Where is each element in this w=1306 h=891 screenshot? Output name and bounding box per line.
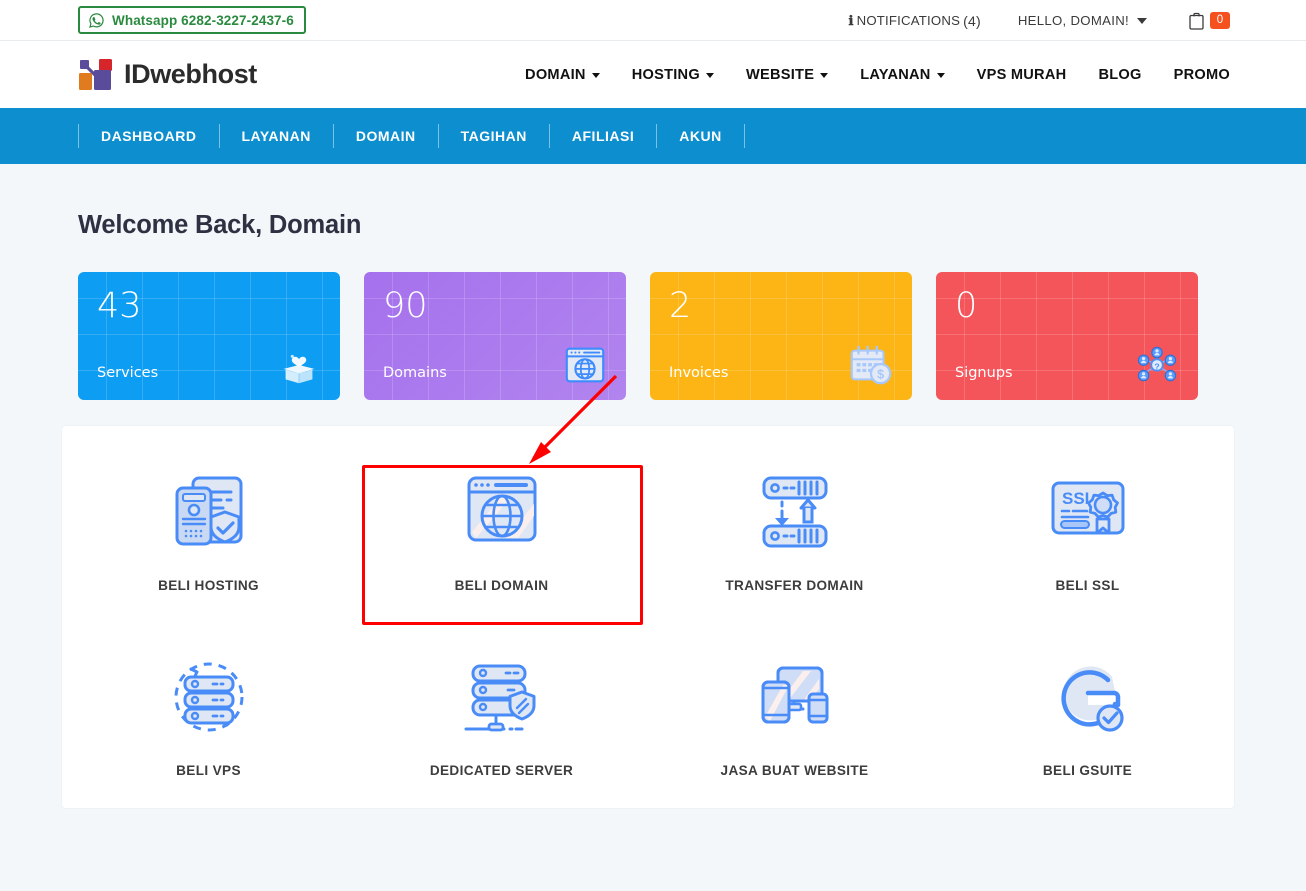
quick-action-label: BELI SSL: [1055, 578, 1120, 593]
quick-action-label: DEDICATED SERVER: [429, 763, 574, 778]
calendar-money-icon: $: [850, 345, 892, 385]
vps-server-refresh-icon: [174, 662, 243, 732]
cart-count-badge: 0: [1210, 12, 1230, 29]
browser-globe-icon: [565, 347, 605, 383]
nav-item-domain[interactable]: DOMAIN: [509, 67, 616, 83]
quick-action-beli-vps[interactable]: BELI VPS: [62, 651, 355, 778]
stat-value: 0: [955, 286, 978, 326]
top-utility-bar: Whatsapp 6282-3227-2437-6 ℹ NOTIFICATION…: [0, 0, 1306, 41]
nav-item-layanan[interactable]: LAYANAN: [844, 67, 960, 83]
nav-label: LAYANAN: [860, 66, 931, 83]
stat-label: Domains: [383, 365, 447, 381]
site-logo[interactable]: IDwebhost: [78, 58, 257, 92]
stat-card-group: 43 Services 90 Domains 2 Invoices $ 0 Si…: [78, 272, 1229, 400]
stat-value: 2: [669, 286, 692, 326]
stat-value: 90: [383, 286, 428, 326]
server-transfer-arrows-icon: [762, 476, 827, 548]
stat-label: Invoices: [669, 365, 729, 381]
nav-label: VPS MURAH: [976, 66, 1067, 83]
stat-card-signups[interactable]: 0 Signups ?: [936, 272, 1198, 400]
whatsapp-icon: [89, 12, 104, 28]
dashboard-content: Welcome Back, Domain 43 Services 90 Doma…: [0, 164, 1306, 891]
info-icon: ℹ: [848, 12, 854, 28]
nav-label: WEBSITE: [745, 66, 815, 83]
account-label: HELLO, DOMAIN!: [1017, 13, 1129, 28]
quick-action-label: BELI VPS: [176, 763, 241, 778]
quick-action-label: BELI DOMAIN: [454, 578, 549, 593]
ssl-certificate-icon: SSL: [1051, 481, 1124, 535]
chevron-down-icon: [1137, 17, 1147, 24]
nav-label: PROMO: [1173, 66, 1230, 83]
users-network-icon: ?: [1137, 346, 1177, 382]
logo-text: IDwebhost: [124, 59, 257, 89]
nav-item-blog[interactable]: BLOG: [1082, 67, 1157, 83]
quick-action-label: BELI HOSTING: [158, 578, 259, 593]
nav-item-promo[interactable]: PROMO: [1158, 67, 1230, 83]
quick-action-label: BELI GSUITE: [1042, 763, 1133, 778]
subnav-item-layanan[interactable]: LAYANAN: [218, 124, 333, 148]
quick-actions-panel: BELI HOSTING BELI DOMAIN TRANSFER DOMAIN…: [62, 426, 1234, 808]
stat-card-invoices[interactable]: 2 Invoices $: [650, 272, 912, 400]
stat-card-services[interactable]: 43 Services: [78, 272, 340, 400]
stat-label: Signups: [955, 365, 1013, 381]
svg-text:$: $: [877, 367, 884, 381]
notifications-label: NOTIFICATIONS: [856, 13, 961, 28]
quick-action-jasa-buat-website[interactable]: JASA BUAT WEBSITE: [648, 651, 941, 778]
quick-action-beli-ssl[interactable]: SSL BELI SSL: [941, 466, 1234, 593]
stat-card-domains[interactable]: 90 Domains: [364, 272, 626, 400]
whatsapp-number: 6282-3227-2437-6: [181, 12, 294, 28]
page-title: Welcome Back, Domain: [78, 211, 362, 239]
quick-actions-row-2: BELI VPS DEDICATED SERVER JASA BUAT WEBS…: [62, 651, 1234, 778]
browser-globe-icon: [467, 476, 536, 542]
whatsapp-contact-button[interactable]: Whatsapp 6282-3227-2437-6: [78, 6, 306, 34]
dedicated-server-shield-icon: [464, 664, 535, 732]
subnav-item-afiliasi[interactable]: AFILIASI: [548, 124, 656, 148]
cart-icon: [1189, 12, 1204, 30]
stat-value: 43: [97, 286, 142, 326]
gift-box-heart-icon: [283, 354, 315, 384]
subnav-item-tagihan[interactable]: TAGIHAN: [437, 124, 549, 148]
main-navigation: DOMAIN HOSTING WEBSITE LAYANAN VPS MURAH…: [509, 41, 1230, 108]
chevron-down-icon: [591, 73, 600, 78]
idwebhost-logo-icon: [79, 58, 112, 90]
nav-label: HOSTING: [631, 66, 700, 83]
subnav-item-dashboard[interactable]: DASHBOARD: [78, 124, 219, 148]
notifications-count: (4): [963, 12, 981, 29]
whatsapp-label: Whatsapp: [112, 12, 178, 28]
nav-item-hosting[interactable]: HOSTING: [616, 67, 730, 83]
cart-button[interactable]: 0: [1189, 12, 1230, 30]
quick-action-dedicated-server[interactable]: DEDICATED SERVER: [355, 651, 648, 778]
svg-text:?: ?: [1154, 361, 1159, 371]
nav-label: DOMAIN: [525, 66, 586, 83]
hosting-server-shield-icon: [175, 476, 242, 546]
quick-action-label: TRANSFER DOMAIN: [725, 578, 864, 593]
quick-action-beli-domain[interactable]: BELI DOMAIN: [355, 466, 648, 593]
stat-label: Services: [97, 365, 159, 381]
nav-item-vps-murah[interactable]: VPS MURAH: [961, 67, 1083, 83]
quick-action-beli-gsuite[interactable]: BELI GSUITE: [941, 651, 1234, 778]
responsive-devices-icon: [761, 666, 828, 724]
subnav-item-domain[interactable]: DOMAIN: [332, 124, 438, 148]
quick-action-beli-hosting[interactable]: BELI HOSTING: [62, 466, 355, 593]
chevron-down-icon: [936, 73, 945, 78]
quick-action-label: JASA BUAT WEBSITE: [720, 763, 869, 778]
chevron-down-icon: [820, 73, 829, 78]
site-header: IDwebhost DOMAIN HOSTING WEBSITE LAYANAN…: [0, 41, 1306, 108]
nav-label: BLOG: [1098, 66, 1142, 83]
quick-actions-row-1: BELI HOSTING BELI DOMAIN TRANSFER DOMAIN…: [62, 466, 1234, 593]
quick-action-transfer-domain[interactable]: TRANSFER DOMAIN: [648, 466, 941, 593]
notifications-link[interactable]: ℹ NOTIFICATIONS (4): [848, 13, 980, 29]
chevron-down-icon: [705, 73, 714, 78]
client-area-navigation: DASHBOARD LAYANAN DOMAIN TAGIHAN AFILIAS…: [0, 108, 1306, 164]
nav-item-website[interactable]: WEBSITE: [730, 67, 844, 83]
top-right-group: ℹ NOTIFICATIONS (4) HELLO, DOMAIN! 0: [848, 0, 1230, 41]
gsuite-g-check-icon: [1060, 666, 1124, 732]
subnav-item-akun[interactable]: AKUN: [656, 124, 745, 148]
account-menu[interactable]: HELLO, DOMAIN!: [1018, 13, 1147, 28]
